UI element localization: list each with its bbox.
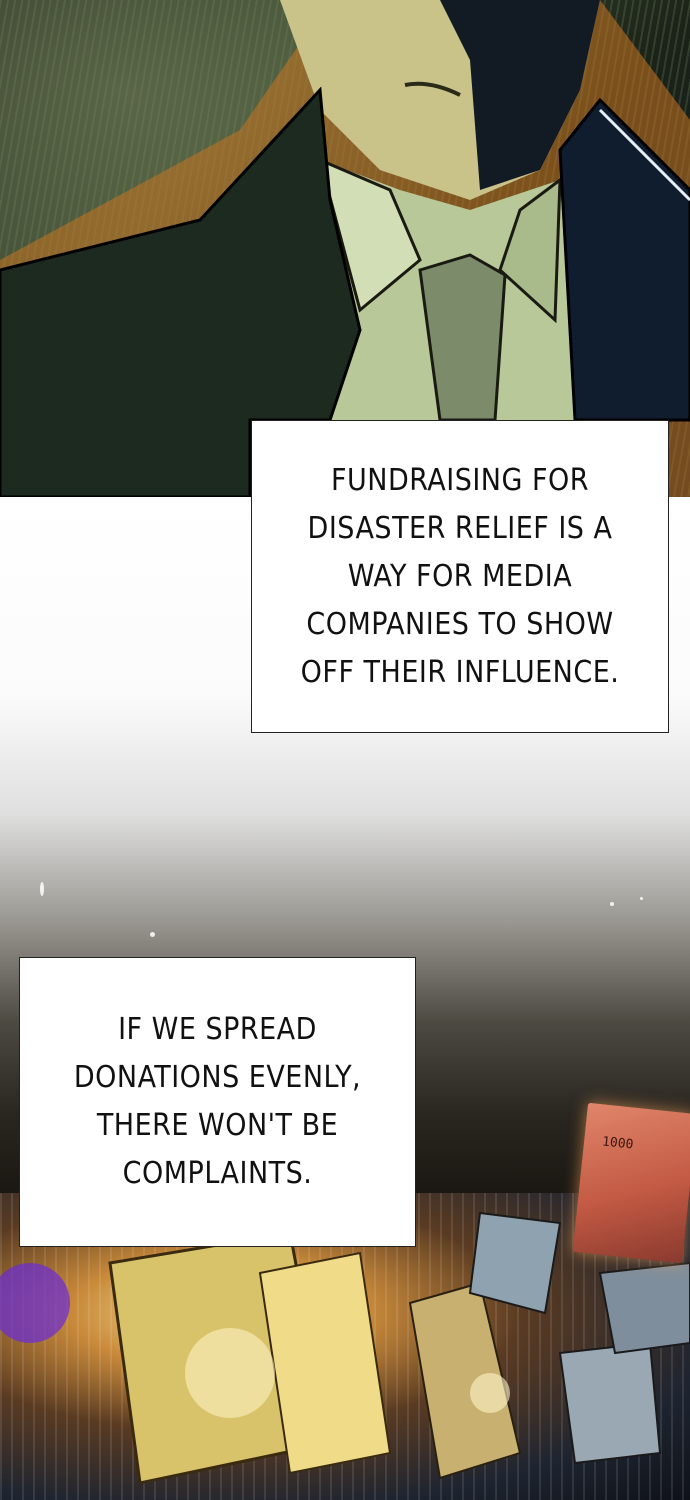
banknote-red: 1000 — [572, 1102, 690, 1264]
narration-text: FUNDRAISING FOR DISASTER RELIEF IS A WAY… — [300, 462, 620, 690]
banknote — [558, 1341, 662, 1465]
light-spark — [610, 902, 614, 906]
banknote-value: 1000 — [601, 1134, 635, 1153]
light-spark — [150, 932, 155, 937]
banknote — [598, 1261, 690, 1355]
light-spark — [640, 897, 643, 900]
narration-text: IF WE SPREAD DONATIONS EVENLY, THERE WON… — [73, 1012, 362, 1191]
light-spark — [40, 882, 44, 896]
narration-box: IF WE SPREAD DONATIONS EVENLY, THERE WON… — [19, 957, 416, 1247]
narration-box: FUNDRAISING FOR DISASTER RELIEF IS A WAY… — [251, 420, 669, 733]
